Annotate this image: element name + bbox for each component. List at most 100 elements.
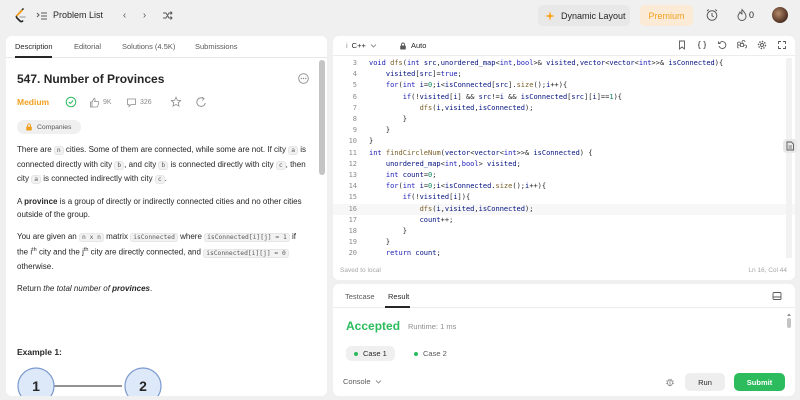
scrollbar-track <box>787 313 791 328</box>
line-number: 11 <box>348 148 357 157</box>
inline-code: a <box>288 146 299 155</box>
premium-button[interactable]: Premium <box>640 5 693 26</box>
line-number: 10 <box>348 137 357 146</box>
code-line: 13 int count=0; <box>333 170 795 181</box>
format-braces-icon[interactable] <box>697 40 707 50</box>
code-line: 5 for(int i=0;i<isConnected[src].size();… <box>333 80 795 91</box>
left-tab-bar: Description Editorial Solutions (4.5K) S… <box>6 36 327 58</box>
line-number: 17 <box>348 215 357 224</box>
graph-node-1-label: 1 <box>32 378 40 394</box>
scrollbar-thumb[interactable] <box>319 60 325 175</box>
line-number: 7 <box>352 103 357 112</box>
result-scrollbar[interactable] <box>786 312 792 372</box>
text: cities. Some of them are connected, whil… <box>63 145 289 154</box>
tab-solutions[interactable]: Solutions (4.5K) <box>122 42 175 51</box>
code-line: 8 } <box>333 114 795 125</box>
console-toggle[interactable]: Console <box>343 377 382 386</box>
editor-actions <box>677 40 787 50</box>
editor-scrollbar[interactable] <box>786 58 792 258</box>
tab-editorial[interactable]: Editorial <box>74 42 101 51</box>
saved-status: Saved to local <box>340 267 381 274</box>
lock-icon <box>400 42 406 49</box>
tab-submissions[interactable]: Submissions <box>195 42 238 51</box>
star-icon[interactable] <box>170 96 182 108</box>
next-problem-button[interactable]: › <box>137 8 152 23</box>
document-icon <box>786 141 794 151</box>
bookmark-icon[interactable] <box>677 40 687 50</box>
submit-button[interactable]: Submit <box>734 373 785 391</box>
alarm-clock-icon[interactable] <box>705 8 719 22</box>
example-graph: 1 2 <box>17 367 162 396</box>
solved-check-icon <box>65 96 77 108</box>
chevron-down-icon <box>370 44 377 48</box>
inline-code: n <box>53 146 64 155</box>
avatar[interactable] <box>772 7 788 23</box>
inline-code: b <box>114 160 125 170</box>
streak-flame-icon[interactable] <box>735 8 749 22</box>
code-line: 6 if(!visited[i] && src!=i && isConnecte… <box>333 92 795 103</box>
auto-mode-toggle[interactable]: Auto <box>399 41 426 50</box>
leetcode-logo-icon[interactable] <box>14 8 28 24</box>
text: otherwise. <box>17 262 54 272</box>
thumbs-up-icon <box>90 97 100 107</box>
side-notes-button[interactable] <box>783 139 797 153</box>
prev-problem-button[interactable]: ‹ <box>117 8 132 23</box>
run-button[interactable]: Run <box>685 373 725 391</box>
tab-result[interactable]: Result <box>388 292 409 301</box>
text: You are given an <box>17 231 79 241</box>
case-2-tab[interactable]: Case 2 <box>406 346 455 361</box>
share-icon[interactable] <box>195 96 207 108</box>
shuffle-icon[interactable] <box>160 8 175 23</box>
text: , and city <box>124 159 159 169</box>
reset-icon[interactable] <box>717 40 727 50</box>
text: . <box>149 283 153 293</box>
expand-icon[interactable] <box>777 40 787 50</box>
problem-description: There are n cities. Some of them are con… <box>17 143 309 303</box>
problem-title: 547. Number of Provinces <box>17 72 165 86</box>
line-number: 6 <box>352 92 357 101</box>
panel-layout-icon[interactable] <box>772 291 782 301</box>
bold-term: province <box>24 196 58 206</box>
shortcuts-icon[interactable] <box>737 40 747 50</box>
dynamic-layout-button[interactable]: Dynamic Layout <box>538 5 630 26</box>
debug-bug-icon[interactable] <box>665 377 675 387</box>
comments-button[interactable]: 326 <box>126 96 152 108</box>
line-number: 15 <box>348 193 357 202</box>
code-line: 14 for(int i=0;i<isConnected.size();i++)… <box>333 181 795 192</box>
text: city and the j <box>36 247 84 257</box>
code-line: 7 dfs(i,visited,isConnected); <box>333 103 795 114</box>
settings-gear-icon[interactable] <box>757 40 767 50</box>
comment-icon <box>127 98 136 107</box>
code-area[interactable]: 3 void dfs(int src,unordered_map<int,bool… <box>333 58 795 262</box>
like-button[interactable]: 9K <box>89 96 112 108</box>
code-icon: i <box>346 41 348 50</box>
text: is connected indirectly with city <box>41 174 155 183</box>
tab-testcase[interactable]: Testcase <box>345 292 375 301</box>
auto-label: Auto <box>411 41 427 50</box>
description-paragraph-4: Return the total number of provinces. <box>17 282 309 296</box>
line-number: 20 <box>348 249 357 258</box>
likes-count: 9K <box>103 98 112 106</box>
active-tab-indicator <box>15 56 52 58</box>
case-1-tab[interactable]: Case 1 <box>346 346 395 361</box>
companies-tag[interactable]: Companies <box>17 120 81 134</box>
line-number: 14 <box>348 182 357 191</box>
case-1-label: Case 1 <box>363 349 387 358</box>
comments-count: 326 <box>140 98 152 106</box>
language-selector[interactable]: i C++ <box>346 41 377 50</box>
line-number: 4 <box>352 70 357 79</box>
tab-description[interactable]: Description <box>15 42 53 51</box>
text: matrix <box>103 231 131 241</box>
code-line: 9 } <box>333 125 795 136</box>
description-scrollbar[interactable] <box>319 60 325 390</box>
problem-meta-row: Medium 9K 326 <box>17 96 317 108</box>
more-options-icon[interactable] <box>298 73 309 84</box>
line-number: 9 <box>352 126 357 135</box>
text: Return <box>17 283 44 293</box>
problem-list-link[interactable]: Problem List <box>53 10 103 20</box>
text: There are <box>17 145 54 154</box>
problem-list-icon[interactable] <box>36 10 48 22</box>
line-number: 8 <box>352 115 357 123</box>
description-panel: Description Editorial Solutions (4.5K) S… <box>6 36 327 396</box>
chevron-down-icon <box>375 380 381 384</box>
